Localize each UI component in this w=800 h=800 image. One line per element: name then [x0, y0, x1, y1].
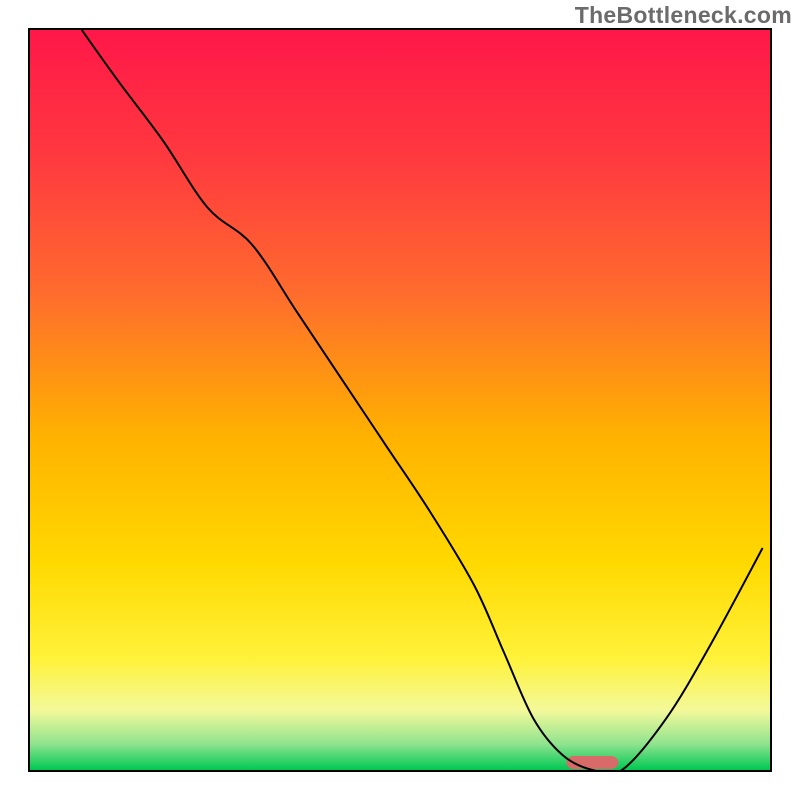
- chart-svg: [30, 30, 770, 770]
- watermark-text: TheBottleneck.com: [575, 2, 792, 29]
- plot-area: [28, 28, 772, 772]
- gradient-background: [30, 30, 770, 770]
